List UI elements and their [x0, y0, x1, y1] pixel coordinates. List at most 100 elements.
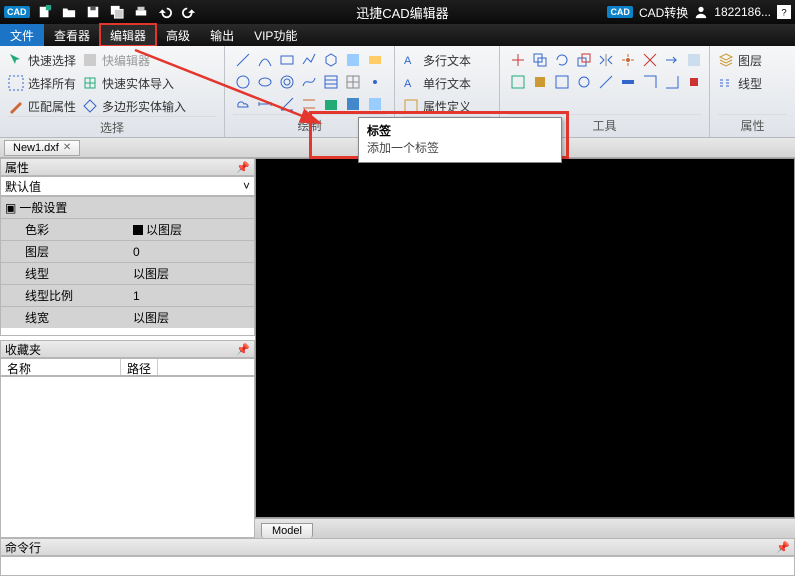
undo-icon[interactable]	[156, 3, 174, 21]
pin-icon[interactable]: 📌	[236, 161, 250, 174]
redo-icon[interactable]	[180, 3, 198, 21]
explode-tool-icon[interactable]	[618, 50, 638, 70]
menu-output[interactable]: 输出	[200, 24, 244, 46]
copy-tool-icon[interactable]	[530, 50, 550, 70]
canvas-area: Model	[255, 158, 795, 538]
t9-icon[interactable]	[684, 72, 704, 92]
properties-panel-header[interactable]: 属性📌	[0, 158, 255, 176]
menu-viewer[interactable]: 查看器	[44, 24, 100, 46]
move-tool-icon[interactable]	[508, 50, 528, 70]
circle-tool-icon[interactable]	[233, 72, 253, 92]
prop-row-color[interactable]: 色彩以图层	[1, 218, 254, 240]
label-tool-icon[interactable]	[365, 50, 385, 70]
extra-tool-icon[interactable]	[365, 94, 385, 114]
rotate-tool-icon[interactable]	[552, 50, 572, 70]
t1-icon[interactable]	[508, 72, 528, 92]
pin-icon[interactable]: 📌	[236, 343, 250, 356]
collapse-icon[interactable]: ▣	[5, 201, 16, 215]
fav-col-name[interactable]: 名称	[1, 359, 121, 375]
table-tool-icon[interactable]	[343, 72, 363, 92]
help-icon[interactable]: ?	[777, 5, 791, 19]
prop-row-ltscale[interactable]: 线型比例1	[1, 284, 254, 306]
tooltip: 标签 添加一个标签	[358, 117, 562, 163]
t8-icon[interactable]	[662, 72, 682, 92]
cloud-tool-icon[interactable]	[233, 94, 253, 114]
multi-text-button[interactable]: A多行文本	[403, 50, 471, 70]
t3-icon[interactable]	[552, 72, 572, 92]
tree-tool-icon[interactable]	[321, 94, 341, 114]
t6-icon[interactable]	[618, 72, 638, 92]
prop-row-layer[interactable]: 图层0	[1, 240, 254, 262]
close-tab-icon[interactable]: ✕	[63, 142, 71, 153]
save-all-icon[interactable]	[108, 3, 126, 21]
dim-tool-icon[interactable]	[255, 94, 275, 114]
svg-text:A: A	[404, 55, 412, 67]
layer-icon	[718, 52, 734, 68]
layout-tabs: Model	[255, 518, 795, 538]
command-line-input[interactable]	[0, 556, 795, 576]
multi-text-icon: A	[403, 52, 419, 68]
angle-tool-icon[interactable]	[277, 94, 297, 114]
left-panel: 属性📌 默认值˅ ▣一般设置 色彩以图层 图层0 线型以图层 线型比例1 线宽以…	[0, 158, 255, 538]
prop-row-lineweight[interactable]: 线宽以图层	[1, 306, 254, 328]
scale-tool-icon[interactable]	[574, 50, 594, 70]
pic-tool-icon[interactable]	[343, 94, 363, 114]
properties-default-select[interactable]: 默认值˅	[0, 176, 255, 196]
arc-tool-icon[interactable]	[255, 50, 275, 70]
line-tool-icon[interactable]	[233, 50, 253, 70]
linetype-button[interactable]: 线型	[718, 73, 762, 93]
open-icon[interactable]	[60, 3, 78, 21]
extend-tool-icon[interactable]	[662, 50, 682, 70]
workspace: 属性📌 默认值˅ ▣一般设置 色彩以图层 图层0 线型以图层 线型比例1 线宽以…	[0, 158, 795, 538]
menu-advanced[interactable]: 高级	[156, 24, 200, 46]
properties-group[interactable]: ▣一般设置	[1, 197, 254, 218]
select-all-button[interactable]: 选择所有	[8, 73, 76, 93]
dim2-tool-icon[interactable]	[299, 94, 319, 114]
t7-icon[interactable]	[640, 72, 660, 92]
select-all-icon	[8, 75, 24, 91]
match-prop-button[interactable]: 匹配属性	[8, 96, 76, 116]
poly-input-button[interactable]: 多边形实体输入	[82, 96, 186, 116]
user-icon[interactable]	[694, 5, 708, 19]
print-icon[interactable]	[132, 3, 150, 21]
user-label[interactable]: 1822186...	[714, 5, 771, 19]
quick-import-button[interactable]: 快速实体导入	[82, 73, 186, 93]
menu-vip[interactable]: VIP功能	[244, 24, 307, 46]
ring-tool-icon[interactable]	[277, 72, 297, 92]
hatch-tool-icon[interactable]	[321, 72, 341, 92]
prop-row-linetype[interactable]: 线型以图层	[1, 262, 254, 284]
mirror-tool-icon[interactable]	[596, 50, 616, 70]
point-tool-icon[interactable]	[365, 72, 385, 92]
fav-col-path[interactable]: 路径	[121, 359, 158, 375]
favorites-panel-header[interactable]: 收藏夹📌	[0, 340, 255, 358]
svg-text:?: ?	[781, 8, 786, 19]
tooltip-desc: 添加一个标签	[367, 139, 553, 156]
polyline-tool-icon[interactable]	[299, 50, 319, 70]
t2-icon[interactable]	[530, 72, 550, 92]
t4-icon[interactable]	[574, 72, 594, 92]
rect-tool-icon[interactable]	[277, 50, 297, 70]
new-icon[interactable]	[36, 3, 54, 21]
single-text-button[interactable]: A单行文本	[403, 73, 471, 93]
pin-icon[interactable]: 📌	[776, 541, 790, 554]
save-icon[interactable]	[84, 3, 102, 21]
attr-def-button[interactable]: 属性定义	[403, 96, 471, 116]
drawing-canvas[interactable]	[255, 158, 795, 518]
quick-select-button[interactable]: 快速选择	[8, 50, 76, 70]
image-tool-icon[interactable]	[343, 50, 363, 70]
layer-button[interactable]: 图层	[718, 50, 762, 70]
ellipse-tool-icon[interactable]	[255, 72, 275, 92]
draw-tools-grid	[233, 50, 385, 114]
t5-icon[interactable]	[596, 72, 616, 92]
offset-tool-icon[interactable]	[684, 50, 704, 70]
spline-tool-icon[interactable]	[299, 72, 319, 92]
menu-file[interactable]: 文件	[0, 24, 44, 46]
3dbox-tool-icon[interactable]	[321, 50, 341, 70]
model-tab[interactable]: Model	[261, 523, 313, 538]
single-text-icon: A	[403, 75, 419, 91]
menu-editor[interactable]: 编辑器	[100, 24, 156, 46]
document-tab[interactable]: New1.dxf ✕	[4, 140, 80, 156]
command-line-header[interactable]: 命令行📌	[0, 538, 795, 556]
trim-tool-icon[interactable]	[640, 50, 660, 70]
cad-convert-link[interactable]: CAD转换	[639, 4, 688, 21]
